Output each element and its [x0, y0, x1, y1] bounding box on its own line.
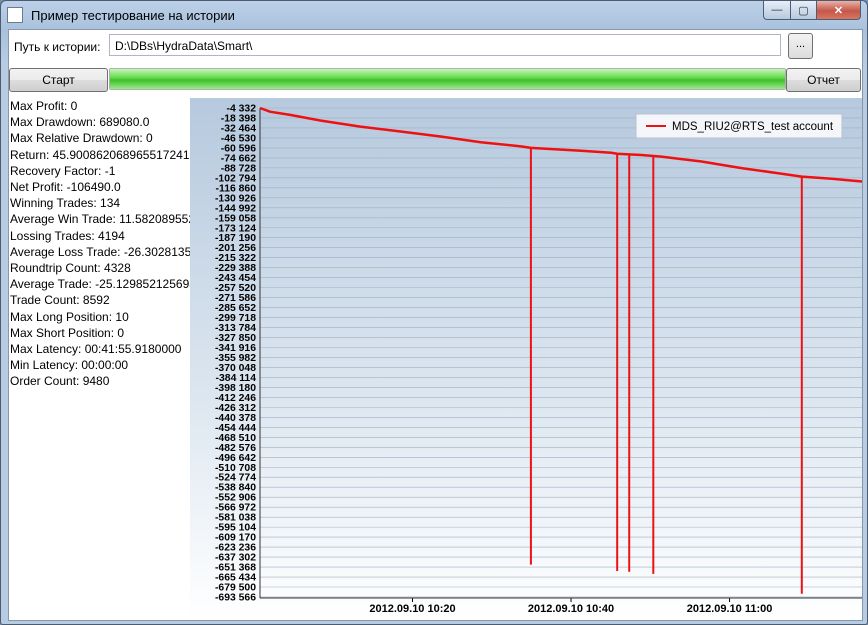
stat-line: Max Short Position: 0: [10, 325, 125, 340]
close-button[interactable]: ✕: [817, 1, 861, 20]
stat-line: Roundtrip Count: 4328: [10, 261, 131, 276]
stat-line: Winning Trades: 134: [10, 196, 121, 211]
history-path-label: Путь к истории:: [14, 40, 101, 54]
app-window: Пример тестирование на истории — ▢ ✕ Пут…: [0, 0, 868, 625]
x-tick-label: 2012.09.10 10:20: [369, 603, 455, 615]
history-path-input[interactable]: D:\DBs\HydraData\Smart\: [109, 34, 781, 56]
progress-fill: [110, 69, 785, 89]
stat-line: Max Drawdown: 689080.0: [10, 115, 150, 130]
legend-label: MDS_RIU2@RTS_test account: [672, 121, 834, 133]
stat-line: Net Profit: -106490.0: [10, 180, 121, 195]
maximize-icon: ▢: [798, 4, 809, 17]
report-button[interactable]: Отчет: [786, 68, 861, 92]
equity-chart[interactable]: -4 332 -18 398 -32 464 -46 530 -60 596 -74 66…: [190, 98, 862, 620]
stat-line: Order Count: 9480: [10, 374, 110, 389]
main-panel: Путь к истории: D:\DBs\HydraData\Smart\ …: [8, 29, 863, 621]
y-tick-label: -693 566: [215, 592, 256, 603]
stat-line: Average Trade: -25.129852125693160813308…: [10, 277, 190, 292]
stat-line: Average Loss Trade: -26.3028135431568907…: [10, 244, 190, 259]
stat-line: Return: 45.900862068965517241379310345: [10, 147, 190, 162]
minimize-button[interactable]: —: [763, 1, 791, 20]
app-icon: [7, 7, 23, 23]
stat-line: Recovery Factor: -1: [10, 163, 116, 178]
stat-line: Lossing Trades: 4194: [10, 228, 125, 243]
window-title: Пример тестирование на истории: [31, 8, 235, 23]
browse-button[interactable]: ...: [788, 33, 813, 59]
start-button[interactable]: Старт: [9, 68, 108, 92]
x-tick-label: 2012.09.10 10:40: [528, 603, 614, 615]
stat-line: Average Win Trade: 11.582089552238805970…: [10, 212, 190, 227]
stat-line: Max Relative Drawdown: 0: [10, 131, 153, 146]
maximize-button[interactable]: ▢: [791, 1, 817, 20]
stat-line: Max Profit: 0: [10, 99, 78, 113]
stat-line: Max Long Position: 10: [10, 309, 129, 324]
equity-chart-svg: -4 332-18 398-32 464-46 530-60 596-74 66…: [215, 104, 862, 615]
close-icon: ✕: [833, 4, 844, 17]
x-tick-label: 2012.09.10 11:00: [687, 603, 773, 615]
minimize-icon: —: [771, 4, 783, 16]
stat-line: Trade Count: 8592: [10, 293, 110, 308]
stat-line: Max Latency: 00:41:55.9180000: [10, 342, 182, 357]
progress-bar: [109, 68, 786, 90]
statistics-panel: Max Profit: 0 Max Drawdown: 689080.0 Max R…: [9, 98, 190, 618]
title-bar[interactable]: Пример тестирование на истории — ▢ ✕: [1, 1, 867, 29]
stat-line: Min Latency: 00:00:00: [10, 358, 129, 373]
window-controls: — ▢ ✕: [763, 1, 861, 20]
